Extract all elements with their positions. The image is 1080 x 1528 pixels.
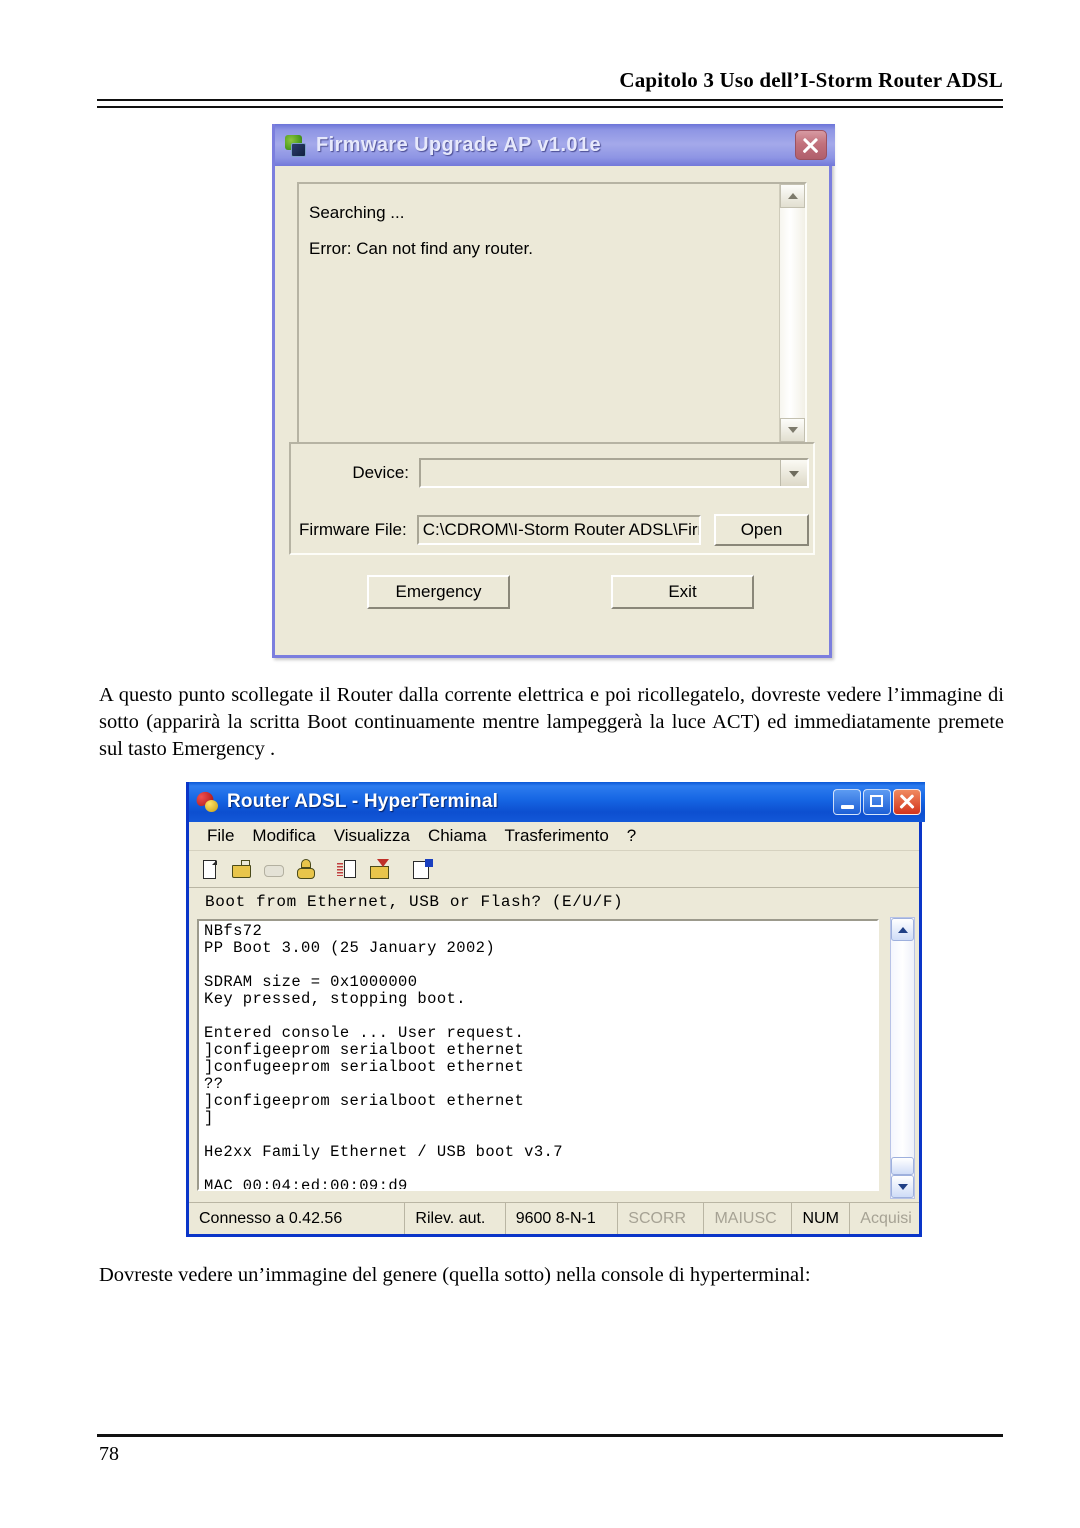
menu-item-chiama[interactable]: Chiama	[419, 825, 496, 848]
scroll-down-icon[interactable]	[891, 1175, 914, 1198]
scroll-up-icon[interactable]	[891, 918, 914, 941]
device-select-value	[421, 460, 780, 486]
firmware-file-label: Firmware File:	[299, 520, 407, 539]
hyperterminal-statusbar: Connesso a 0.42.56 Rilev. aut. 9600 8-N-…	[189, 1202, 919, 1234]
receive-file-icon[interactable]	[369, 858, 391, 881]
scrollbar-thumb[interactable]	[891, 1157, 914, 1175]
hyperterminal-titlebar: Router ADSL - HyperTerminal	[189, 782, 925, 822]
chip-icon	[283, 133, 307, 157]
terminal-scrollbar[interactable]	[890, 917, 915, 1199]
menu-item-help[interactable]: ?	[618, 825, 645, 848]
hyperterminal-window: Router ADSL - HyperTerminal File Modific…	[186, 782, 925, 1237]
menu-item-file[interactable]: File	[198, 825, 243, 848]
header-divider	[97, 99, 1003, 108]
device-row: Device:	[297, 458, 809, 488]
open-button[interactable]: Open	[714, 514, 809, 546]
device-label: Device:	[352, 463, 409, 482]
status-scroll: SCORR	[618, 1203, 705, 1234]
menu-item-visualizza[interactable]: Visualizza	[325, 825, 419, 848]
page-number: 78	[99, 1443, 119, 1465]
device-select[interactable]	[419, 458, 809, 488]
scrollbar-track[interactable]	[891, 941, 914, 1157]
firmware-log-panel: Searching ... Error: Can not find any ro…	[297, 182, 807, 444]
boot-prompt-line: Boot from Ethernet, USB or Flash? (E/U/F…	[205, 893, 624, 911]
footer-divider	[97, 1434, 1003, 1437]
new-connection-icon[interactable]	[199, 859, 221, 881]
firmware-log-text: Searching ... Error: Can not find any ro…	[299, 184, 779, 442]
close-icon[interactable]	[893, 789, 921, 815]
firmware-file-row: Firmware File: C:\CDROM\I-Storm Router A…	[297, 514, 809, 546]
instruction-paragraph-1: A questo punto scollegate il Router dall…	[99, 684, 1004, 760]
close-icon[interactable]	[795, 130, 827, 160]
status-baudrate: 9600 8-N-1	[506, 1203, 619, 1234]
terminal-console-text: NBfs72 PP Boot 3.00 (25 January 2002) SD…	[204, 922, 563, 1191]
scrollbar-track[interactable]	[780, 208, 805, 418]
scroll-up-icon[interactable]	[780, 184, 805, 208]
terminal-screen[interactable]: NBfs72 PP Boot 3.00 (25 January 2002) SD…	[197, 919, 879, 1191]
minimize-icon[interactable]	[833, 789, 861, 815]
firmware-window-title: Firmware Upgrade AP v1.01e	[316, 133, 601, 156]
connect-phone-icon[interactable]	[295, 858, 317, 881]
emergency-button[interactable]: Emergency	[367, 575, 510, 609]
status-num: NUM	[792, 1203, 851, 1234]
status-detection: Rilev. aut.	[405, 1203, 506, 1234]
firmware-upgrade-window: Firmware Upgrade AP v1.01e Searching ...…	[272, 124, 835, 658]
hyperterminal-terminal-area: Boot from Ethernet, USB or Flash? (E/U/F…	[189, 889, 919, 1199]
firmware-file-input[interactable]: C:\CDROM\I-Storm Router ADSL\Firmwar	[416, 515, 701, 545]
log-line-error: Error: Can not find any router.	[309, 239, 533, 258]
send-file-icon[interactable]	[337, 859, 359, 881]
firmware-dialog-body: Searching ... Error: Can not find any ro…	[275, 166, 829, 655]
disconnect-phone-icon[interactable]	[263, 859, 285, 881]
instruction-paragraph-2: Dovreste vedere un’immagine del genere (…	[99, 1264, 811, 1286]
status-caps: MAIUSC	[704, 1203, 793, 1234]
firmware-log-scrollbar[interactable]	[779, 184, 805, 442]
menu-item-modifica[interactable]: Modifica	[243, 825, 324, 848]
hyperterminal-menubar: File Modifica Visualizza Chiama Trasferi…	[189, 822, 919, 851]
hyperterminal-toolbar	[189, 852, 919, 888]
hyperterminal-window-title: Router ADSL - HyperTerminal	[227, 791, 499, 812]
properties-icon[interactable]	[411, 858, 433, 881]
maximize-icon[interactable]	[863, 789, 891, 815]
chevron-down-icon[interactable]	[780, 460, 807, 486]
status-connection: Connesso a 0.42.56	[189, 1203, 406, 1234]
page-header-title: Capitolo 3 Uso dell’I-Storm Router ADSL	[619, 68, 1003, 92]
status-capture: Acquisi	[860, 1209, 912, 1227]
exit-button[interactable]: Exit	[611, 575, 754, 609]
firmware-titlebar: Firmware Upgrade AP v1.01e	[275, 124, 835, 166]
open-connection-icon[interactable]	[231, 859, 253, 881]
phone-icon	[194, 789, 220, 813]
scroll-down-icon[interactable]	[780, 418, 805, 442]
log-line-searching: Searching ...	[309, 203, 405, 222]
menu-item-trasferimento[interactable]: Trasferimento	[496, 825, 618, 848]
